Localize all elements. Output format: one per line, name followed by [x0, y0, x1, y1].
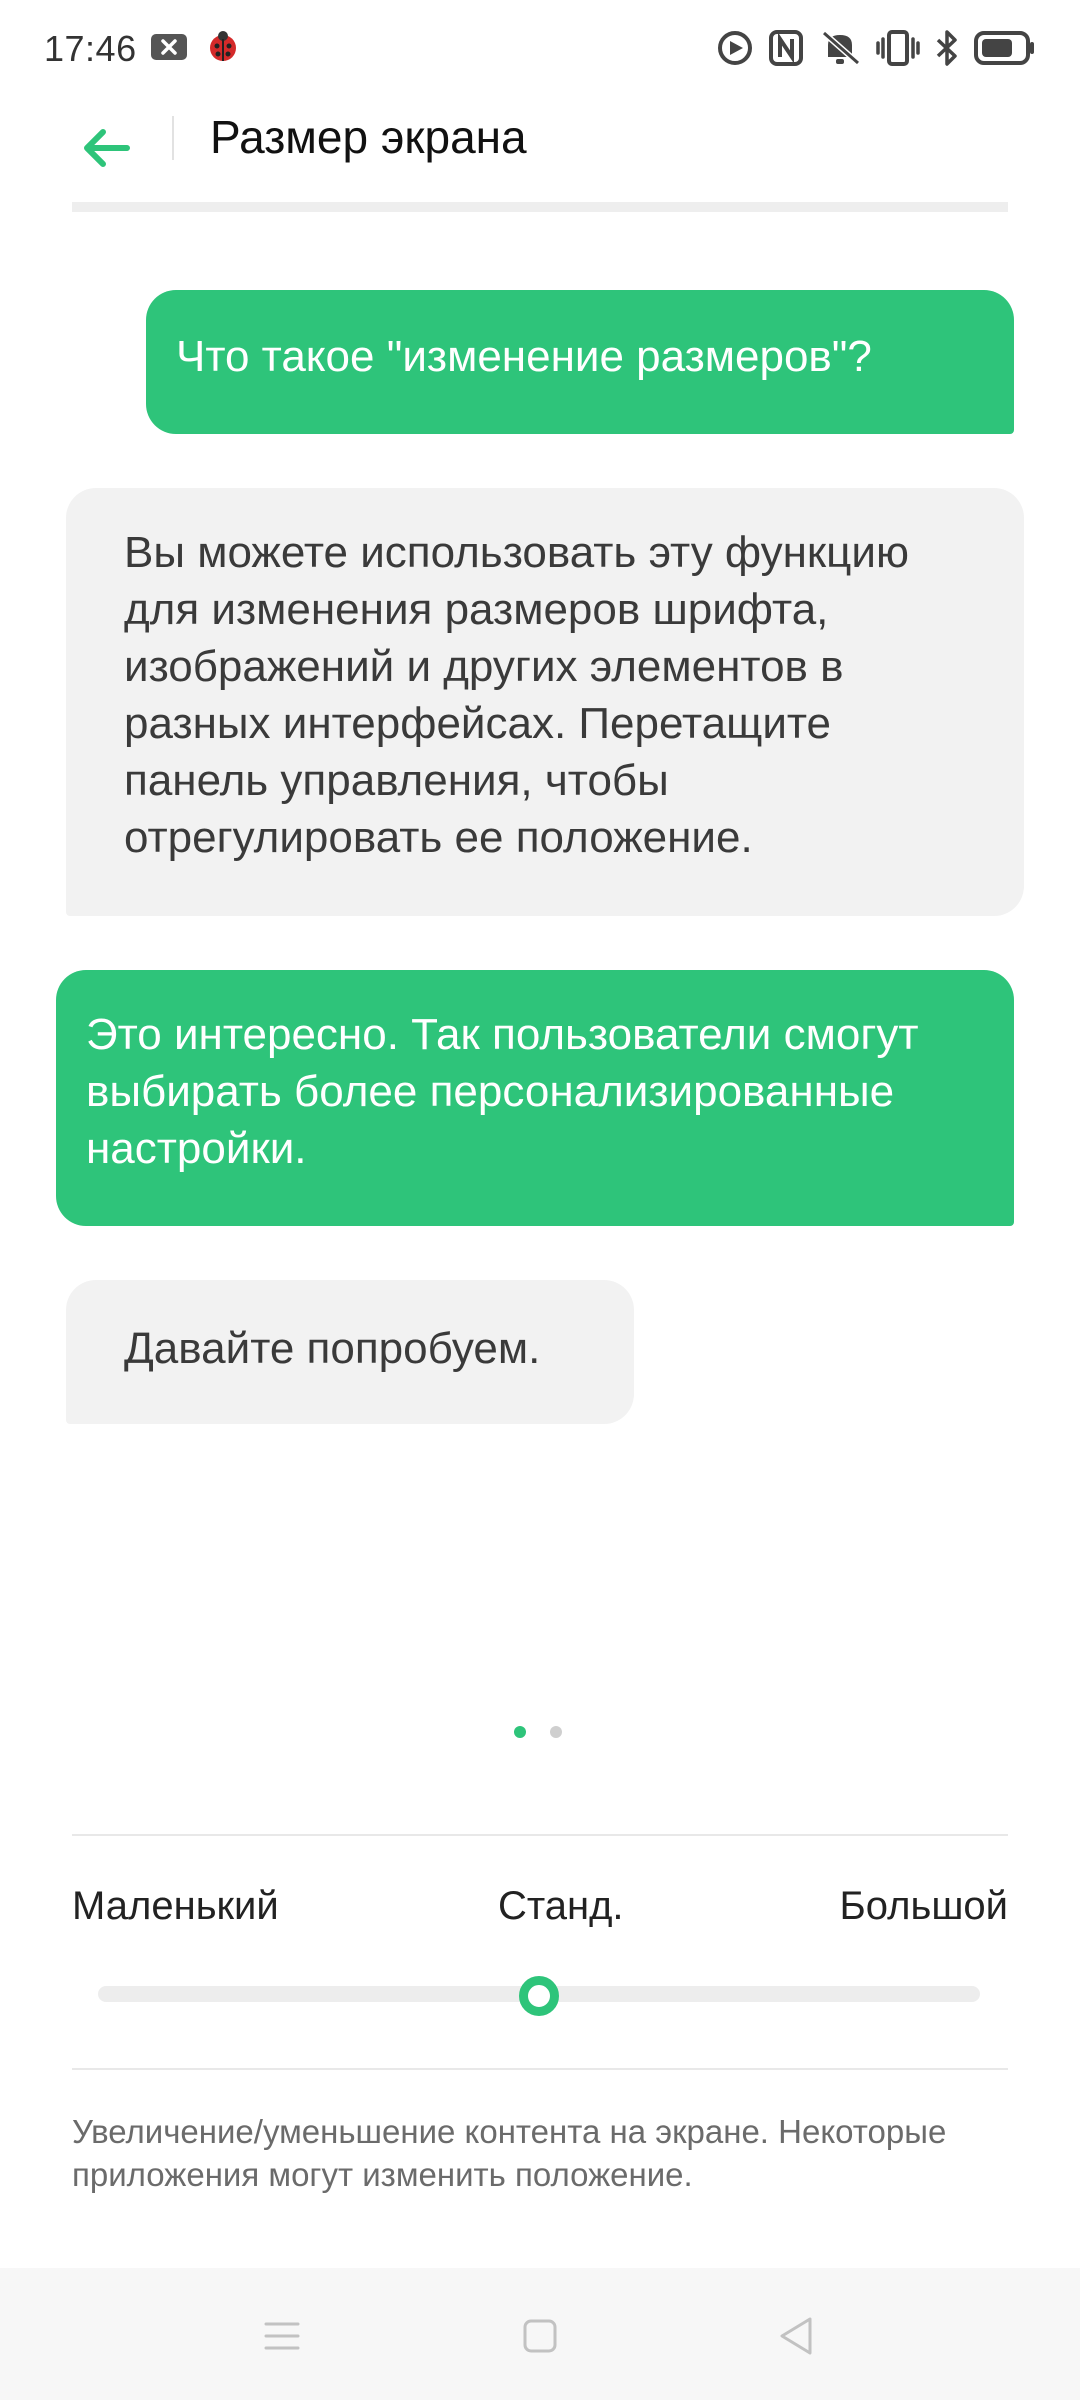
back-button[interactable] [74, 116, 138, 180]
status-right-icons [716, 28, 1036, 68]
page-dot[interactable] [550, 1726, 562, 1738]
nav-menu-button[interactable] [258, 2312, 306, 2360]
status-bar: 17:46 [0, 0, 1080, 96]
navigation-bar [0, 2268, 1080, 2400]
size-description: Увеличение/уменьшение контента на экране… [72, 2113, 947, 2193]
do-not-disturb-icon [716, 29, 754, 67]
menu-icon [262, 2318, 302, 2354]
header-divider [172, 116, 174, 160]
notification-close-icon [150, 30, 188, 64]
divider [72, 2068, 1008, 2070]
size-standard-label: Станд. [498, 1884, 624, 1928]
arrow-left-icon [81, 126, 131, 170]
nav-home-button[interactable] [516, 2312, 564, 2360]
chat-bubble-question: Что такое "изменение размеров"? [146, 290, 1014, 434]
home-icon [521, 2317, 559, 2355]
size-small-label: Маленький [72, 1884, 279, 1928]
chat-bubble-answer: Вы можете использовать эту функцию для и… [66, 488, 1024, 916]
nav-back-button[interactable] [772, 2312, 820, 2360]
page-dot-active[interactable] [514, 1726, 526, 1738]
chat-bubble-reply: Это интересно. Так пользователи смогут в… [56, 970, 1014, 1226]
header: Размер экрана [0, 96, 1080, 216]
ladybug-app-icon [206, 30, 240, 64]
top-divider [72, 202, 1008, 212]
chat-bubble-suggestion: Давайте попробуем. [66, 1280, 634, 1424]
nfc-icon [768, 29, 804, 67]
size-slider-thumb[interactable] [519, 1976, 559, 2016]
status-left-icons [150, 30, 240, 64]
page-indicator [514, 1726, 562, 1738]
battery-icon [974, 30, 1036, 66]
vibration-icon [876, 29, 920, 67]
bluetooth-icon [934, 28, 960, 68]
size-large-label: Большой [839, 1884, 1008, 1928]
status-time: 17:46 [44, 28, 137, 69]
divider [72, 1834, 1008, 1836]
screen: 17:46 Размер экрана Что такое "изменение… [0, 0, 1080, 2400]
back-triangle-icon [776, 2315, 816, 2357]
vibrate-off-icon [818, 29, 862, 67]
page-title: Размер экрана [210, 111, 527, 163]
